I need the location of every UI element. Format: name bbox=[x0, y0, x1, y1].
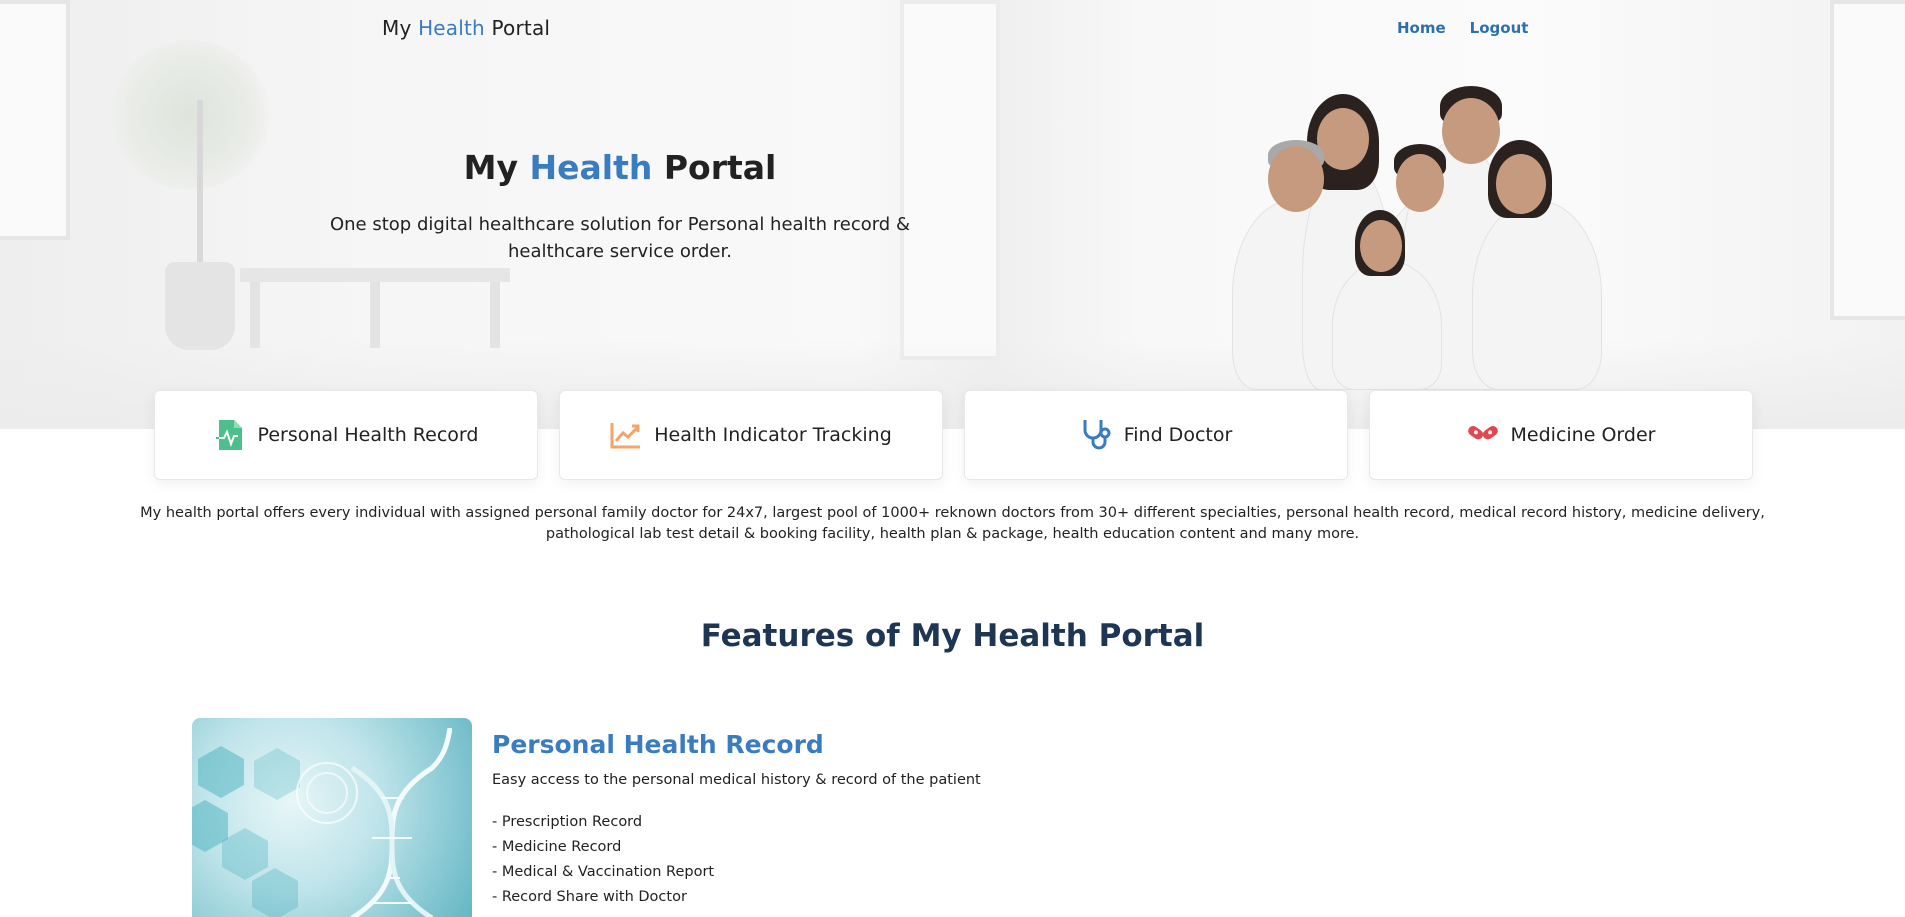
background-table bbox=[240, 268, 510, 348]
portal-description: My health portal offers every individual… bbox=[140, 505, 1765, 542]
feature-bullet-list: - Prescription Record - Medicine Record … bbox=[492, 810, 714, 910]
brand-prefix: My bbox=[382, 16, 419, 40]
background-plant-pot bbox=[165, 262, 235, 350]
service-card-health-indicator-tracking[interactable]: Health Indicator Tracking bbox=[559, 390, 943, 480]
feature-bullet: - Prescription Record bbox=[492, 814, 643, 830]
nav-links: Home Logout bbox=[1397, 19, 1528, 37]
nav-home-link[interactable]: Home bbox=[1397, 19, 1446, 37]
feature-bullet: - Medicine Record bbox=[492, 839, 622, 855]
feature-image-dna bbox=[192, 718, 472, 917]
hero-title-prefix: My bbox=[463, 148, 530, 187]
brand-suffix: Portal bbox=[484, 16, 551, 40]
nav-logout-link[interactable]: Logout bbox=[1470, 19, 1529, 37]
family-photo bbox=[1232, 86, 1612, 390]
brand-logo[interactable]: My Health Portal bbox=[382, 16, 550, 40]
feature-bullet: - Record Share with Doctor bbox=[492, 889, 687, 905]
service-card-personal-health-record[interactable]: Personal Health Record bbox=[154, 390, 538, 480]
stethoscope-icon bbox=[1080, 419, 1112, 451]
feature-title: Personal Health Record bbox=[492, 730, 824, 759]
service-card-label: Find Doctor bbox=[1123, 424, 1233, 446]
feature-bullet: - Medical & Vaccination Report bbox=[492, 864, 715, 880]
background-window bbox=[1830, 0, 1905, 320]
hero-subtitle: One stop digital healthcare solution for… bbox=[329, 214, 910, 262]
service-card-label: Medicine Order bbox=[1510, 424, 1656, 446]
hero-banner bbox=[0, 0, 1905, 429]
hero-title: My Health Portal bbox=[0, 148, 1240, 187]
trend-chart-icon bbox=[610, 419, 642, 451]
brand-accent: Health bbox=[418, 16, 485, 40]
capsule-icon bbox=[1467, 419, 1499, 451]
service-cards: Personal Health Record Health Indicator … bbox=[154, 390, 1753, 480]
hero-title-accent: Health bbox=[529, 148, 653, 187]
document-pulse-icon bbox=[214, 419, 246, 451]
service-card-label: Personal Health Record bbox=[257, 424, 479, 446]
background-window bbox=[0, 0, 70, 240]
feature-subtitle: Easy access to the personal medical hist… bbox=[492, 772, 981, 788]
features-heading: Features of My Health Portal bbox=[700, 618, 1205, 654]
service-card-label: Health Indicator Tracking bbox=[654, 424, 892, 446]
service-card-find-doctor[interactable]: Find Doctor bbox=[964, 390, 1348, 480]
hero-title-suffix: Portal bbox=[652, 148, 777, 187]
service-card-medicine-order[interactable]: Medicine Order bbox=[1369, 390, 1753, 480]
